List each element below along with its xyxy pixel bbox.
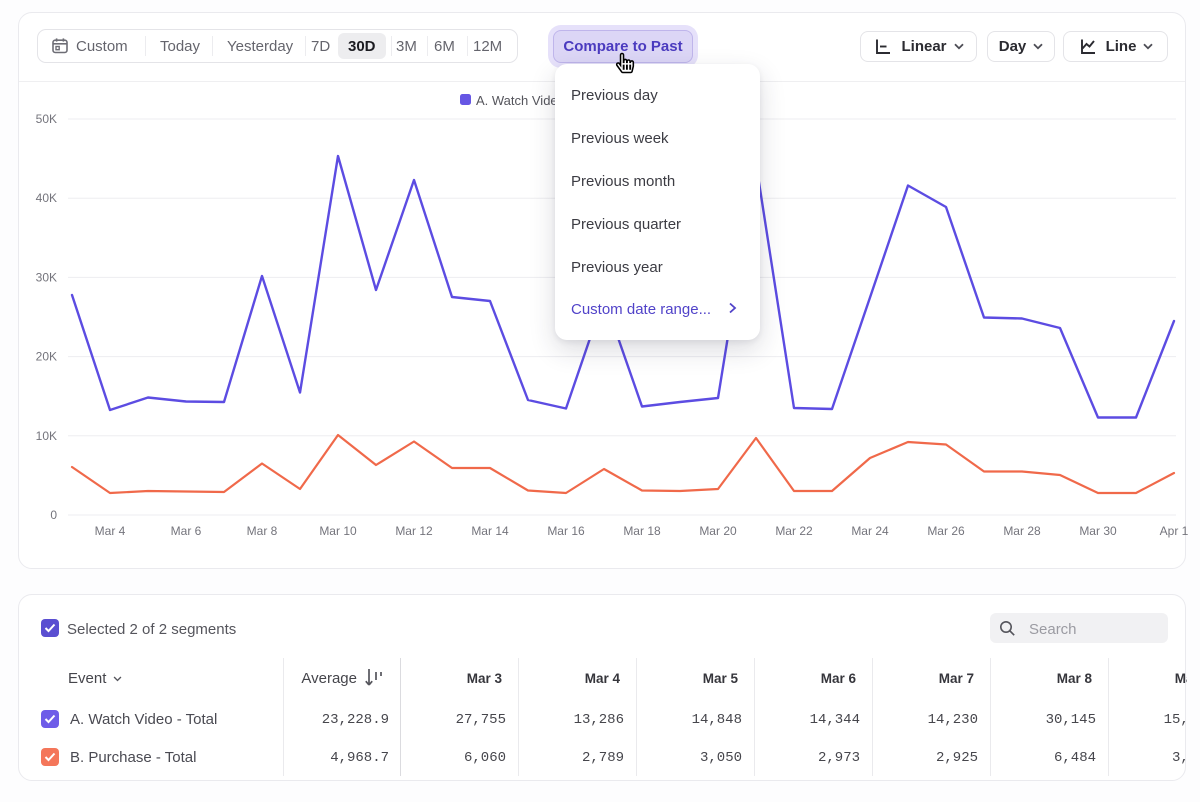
svg-text:Apr 1: Apr 1 bbox=[1160, 524, 1189, 538]
svg-text:10K: 10K bbox=[36, 429, 57, 443]
svg-text:20K: 20K bbox=[36, 350, 57, 364]
svg-text:0: 0 bbox=[50, 508, 57, 522]
svg-text:50K: 50K bbox=[36, 112, 57, 126]
svg-text:Mar 16: Mar 16 bbox=[547, 524, 585, 538]
svg-text:Mar 30: Mar 30 bbox=[1079, 524, 1117, 538]
svg-text:Mar 20: Mar 20 bbox=[699, 524, 737, 538]
svg-text:Mar 8: Mar 8 bbox=[247, 524, 278, 538]
svg-text:Mar 28: Mar 28 bbox=[1003, 524, 1041, 538]
svg-text:Mar 18: Mar 18 bbox=[623, 524, 661, 538]
svg-text:Mar 24: Mar 24 bbox=[851, 524, 889, 538]
svg-text:Mar 4: Mar 4 bbox=[95, 524, 126, 538]
svg-text:Mar 22: Mar 22 bbox=[775, 524, 813, 538]
svg-text:Mar 26: Mar 26 bbox=[927, 524, 965, 538]
svg-text:30K: 30K bbox=[36, 270, 57, 284]
svg-text:40K: 40K bbox=[36, 191, 57, 205]
svg-text:Mar 14: Mar 14 bbox=[471, 524, 509, 538]
svg-text:Mar 10: Mar 10 bbox=[319, 524, 357, 538]
svg-text:Mar 6: Mar 6 bbox=[171, 524, 202, 538]
svg-text:Mar 12: Mar 12 bbox=[395, 524, 433, 538]
